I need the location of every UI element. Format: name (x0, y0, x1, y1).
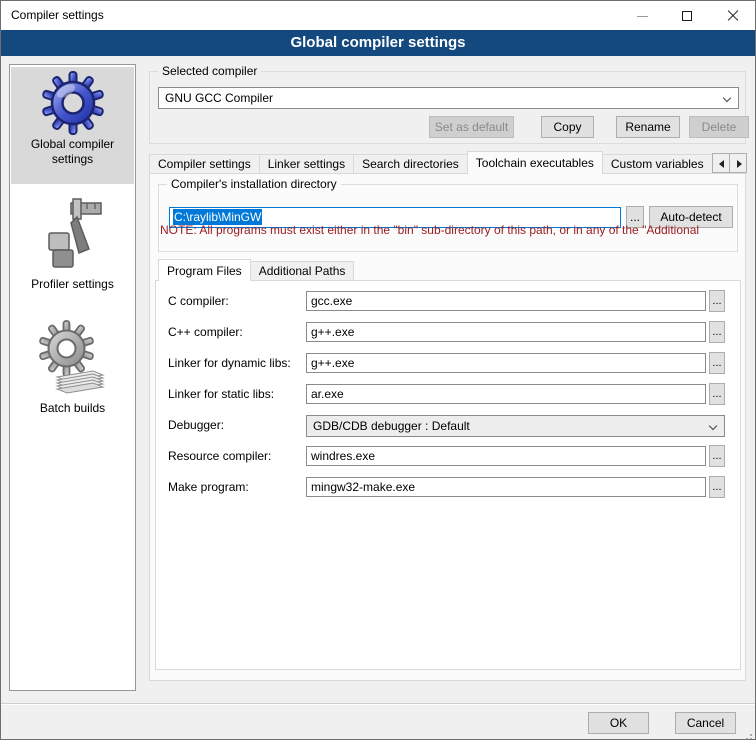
debugger-select[interactable]: GDB/CDB debugger : Default (306, 415, 725, 437)
rename-button[interactable]: Rename (616, 116, 680, 138)
tab-compiler-settings[interactable]: Compiler settings (149, 154, 260, 174)
field-label: Resource compiler: (168, 446, 271, 467)
static-linker-input[interactable] (306, 384, 706, 404)
c-compiler-browse-button[interactable]: ... (709, 290, 725, 312)
compiler-settings-window: Compiler settings Global compiler settin… (0, 0, 756, 740)
sidebar-item-profiler-settings[interactable]: Profiler settings (11, 193, 134, 303)
program-files-page: C compiler: ... C++ compiler: ... Linker… (155, 280, 741, 670)
field-label: Make program: (168, 477, 249, 498)
compiler-select[interactable]: GNU GCC Compiler (158, 87, 739, 109)
tab-custom-variables[interactable]: Custom variables (602, 154, 713, 174)
subtab-additional-paths[interactable]: Additional Paths (250, 261, 355, 281)
field-label: Debugger: (168, 415, 224, 436)
sidebar: Global compiler settings Profiler settin… (9, 64, 136, 691)
minimize-icon (637, 16, 648, 17)
chevron-down-icon (709, 422, 717, 430)
sidebar-item-batch-builds[interactable]: Batch builds (11, 315, 134, 427)
subtab-program-files[interactable]: Program Files (158, 259, 251, 281)
programs-subtabstrip: Program FilesAdditional Paths (158, 259, 353, 281)
delete-button[interactable]: Delete (689, 116, 749, 138)
cpp-compiler-input[interactable] (306, 322, 706, 342)
gray-gear-stack-icon (35, 319, 111, 399)
sidebar-item-label: Profiler settings (11, 277, 134, 292)
make-program-input[interactable] (306, 477, 706, 497)
installation-directory-group: Compiler's installation directory C:\ray… (158, 184, 738, 252)
sidebar-item-global-compiler-settings[interactable]: Global compiler settings (11, 67, 134, 184)
field-label: Linker for dynamic libs: (168, 353, 291, 374)
dynamic-linker-input[interactable] (306, 353, 706, 373)
chevron-down-icon (723, 94, 731, 102)
cancel-button[interactable]: Cancel (675, 712, 736, 734)
minimize-button[interactable] (620, 1, 665, 30)
set-as-default-button[interactable]: Set as default (429, 116, 514, 138)
tab-search-directories[interactable]: Search directories (353, 154, 468, 174)
tab-linker-settings[interactable]: Linker settings (259, 154, 354, 174)
debugger-select-value: GDB/CDB debugger : Default (313, 419, 470, 433)
selected-compiler-group-label: Selected compiler (158, 64, 261, 78)
main-panel: Selected compiler GNU GCC Compiler Set a… (146, 64, 749, 691)
bin-subdirectory-note: NOTE: All programs must exist either in … (160, 223, 722, 237)
blue-gear-icon (41, 71, 105, 135)
maximize-button[interactable] (665, 1, 710, 30)
copy-button[interactable]: Copy (541, 116, 594, 138)
arrow-right-icon (737, 160, 742, 168)
tab-scroll-arrows (713, 153, 747, 178)
maximize-icon (682, 11, 692, 21)
c-compiler-input[interactable] (306, 291, 706, 311)
titlebar: Compiler settings (1, 1, 755, 30)
tab-scroll-left-button[interactable] (712, 153, 730, 173)
resource-compiler-input[interactable] (306, 446, 706, 466)
tab-toolchain-executables[interactable]: Toolchain executables (467, 151, 603, 174)
field-label: Linker for static libs: (168, 384, 274, 405)
compiler-select-value: GNU GCC Compiler (165, 91, 273, 105)
sidebar-item-label: Batch builds (11, 401, 134, 416)
installation-directory-label: Compiler's installation directory (167, 177, 341, 191)
footer-divider (1, 703, 755, 705)
sidebar-item-label: Global compiler settings (11, 137, 134, 167)
cpp-compiler-browse-button[interactable]: ... (709, 321, 725, 343)
caliper-icon (37, 197, 109, 275)
window-title: Compiler settings (11, 1, 104, 30)
toolchain-executables-page: Compiler's installation directory C:\ray… (149, 173, 746, 681)
static-linker-browse-button[interactable]: ... (709, 383, 725, 405)
tab-scroll-right-button[interactable] (729, 153, 747, 173)
field-label: C compiler: (168, 291, 229, 312)
dialog-header: Global compiler settings (1, 30, 755, 56)
field-label: C++ compiler: (168, 322, 243, 343)
resize-grip[interactable] (750, 734, 752, 736)
make-program-browse-button[interactable]: ... (709, 476, 725, 498)
settings-tabstrip: Compiler settingsLinker settingsSearch d… (149, 151, 714, 174)
ok-button[interactable]: OK (588, 712, 649, 734)
resource-compiler-browse-button[interactable]: ... (709, 445, 725, 467)
dynamic-linker-browse-button[interactable]: ... (709, 352, 725, 374)
close-button[interactable] (710, 1, 755, 30)
arrow-left-icon (719, 160, 724, 168)
